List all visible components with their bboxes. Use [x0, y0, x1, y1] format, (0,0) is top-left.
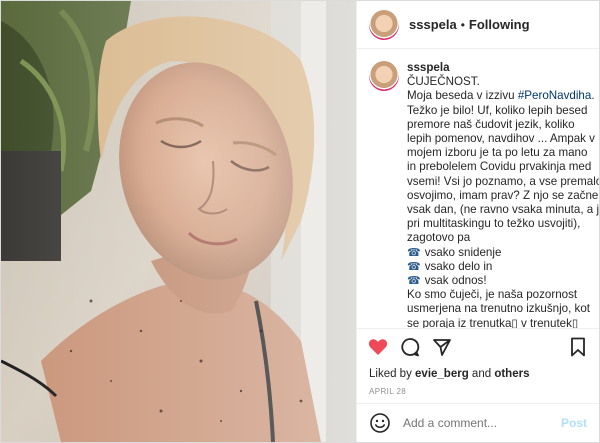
caption-line: in prebolelem Covidu prvakinja med [407, 160, 592, 174]
caption-line-bullet: ☎ vsak odnos! [407, 274, 599, 288]
liked-by-user[interactable]: evie_berg [415, 368, 469, 380]
caption-line: se poraja iz trenutka▯ v trenutek▯ [407, 316, 579, 328]
instagram-post: ssspela • Following ssspela ČUJEČNOST. M… [0, 0, 600, 443]
header-username[interactable]: ssspela [409, 17, 457, 32]
caption-line: vsak dan, (ne ravno vsaka minuta, a je [407, 203, 599, 217]
caption-line: lepih pomenov, navdihov ... Ampak v [407, 132, 595, 146]
telephone-icon: ☎ [407, 246, 421, 259]
separator-dot: • [460, 17, 465, 32]
post-header: ssspela • Following [357, 1, 599, 49]
action-bar [357, 328, 599, 365]
hashtag-link[interactable]: #PeroNavdiha [518, 89, 591, 102]
caption-avatar[interactable] [369, 61, 399, 91]
caption-line: zagotovo pa [407, 231, 471, 245]
caption-line: pri multitaskingu to težko usvojiti), [407, 217, 581, 231]
comment-input[interactable] [401, 415, 561, 431]
telephone-icon: ☎ [407, 260, 421, 273]
caption-line: osvojimo, imam prav? Z njo se začne [407, 188, 599, 202]
caption-line-bullet: ☎ vsako delo in [407, 260, 599, 274]
heart-icon[interactable] [367, 336, 389, 358]
comment-icon[interactable] [399, 336, 421, 358]
bullet-text: vsako snidenje [424, 245, 502, 259]
post-sidebar: ssspela • Following ssspela ČUJEČNOST. M… [356, 1, 599, 442]
post-comment-button[interactable]: Post [561, 416, 587, 430]
bullet-text: vsak odnos! [424, 274, 487, 288]
caption-line: premore naš čudovit jezik, koliko [407, 117, 575, 131]
caption-username[interactable]: ssspela [407, 61, 450, 74]
share-icon[interactable] [431, 336, 453, 358]
likes-prefix: Liked by [369, 368, 416, 380]
following-button[interactable]: Following [469, 17, 530, 32]
caption-line: Težko je bilo! Uf, koliko lepih besed [407, 103, 588, 117]
emoji-icon[interactable] [369, 412, 391, 434]
caption-line: Ko smo čuječi, je naša pozornost [407, 288, 578, 302]
hashtag-suffix: . [591, 89, 595, 103]
caption-line-prefix: Moja beseda v izzivu [407, 89, 518, 103]
likes-others[interactable]: others [494, 368, 529, 380]
caption-line: vsemi! Vsi jo poznamo, a vse premalo [407, 174, 599, 188]
caption-line: usmerjena na trenutno izkušnjo, kot [407, 302, 591, 316]
likes-and: and [468, 368, 495, 380]
telephone-icon: ☎ [407, 275, 421, 288]
caption-section: ssspela ČUJEČNOST. Moja beseda v izzivu … [357, 49, 599, 328]
comment-box: Post [357, 403, 599, 442]
bullet-text: vsako delo in [424, 259, 493, 273]
post-date[interactable]: APRIL 28 [357, 383, 599, 403]
likes-line: Liked by evie_berg and others [357, 365, 599, 383]
selfie-image [1, 1, 356, 442]
post-photo[interactable] [1, 1, 356, 442]
caption-line: ČUJEČNOST. [407, 75, 480, 89]
caption-line-hashtag: Moja beseda v izzivu #PeroNavdiha. [407, 89, 599, 103]
caption-line: mojem izboru je ta po letu za mano [407, 146, 588, 160]
bookmark-icon[interactable] [567, 336, 589, 358]
avatar[interactable] [369, 9, 399, 40]
caption-text: ssspela ČUJEČNOST. Moja beseda v izzivu … [407, 61, 599, 328]
caption-line-bullet: ☎ vsako snidenje [407, 246, 599, 260]
